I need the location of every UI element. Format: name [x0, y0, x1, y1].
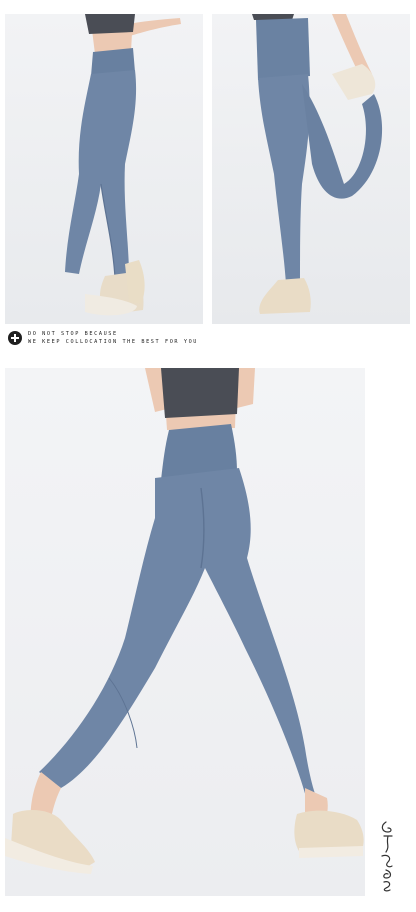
photo-leggings-back: [5, 368, 365, 896]
model-standing-illustration: [65, 14, 181, 316]
fashion-signature: [381, 821, 393, 892]
caption-row: DO NOT STOP BECAUSE WE KEEP COLLOCATION …: [8, 328, 408, 348]
plus-icon: [8, 331, 22, 345]
photo-leggings-front: [5, 14, 203, 324]
model-back-view-illustration: [5, 368, 364, 874]
model-stretching-illustration: [252, 14, 383, 314]
photo-leggings-stretch: [212, 14, 410, 324]
caption-line-2: WE KEEP COLLOCATION THE BEST FOR YOU: [28, 339, 199, 345]
fashion-script-mark: [372, 820, 402, 894]
caption-line-1: DO NOT STOP BECAUSE: [28, 331, 118, 337]
caption-text: DO NOT STOP BECAUSE WE KEEP COLLOCATION …: [28, 330, 198, 346]
